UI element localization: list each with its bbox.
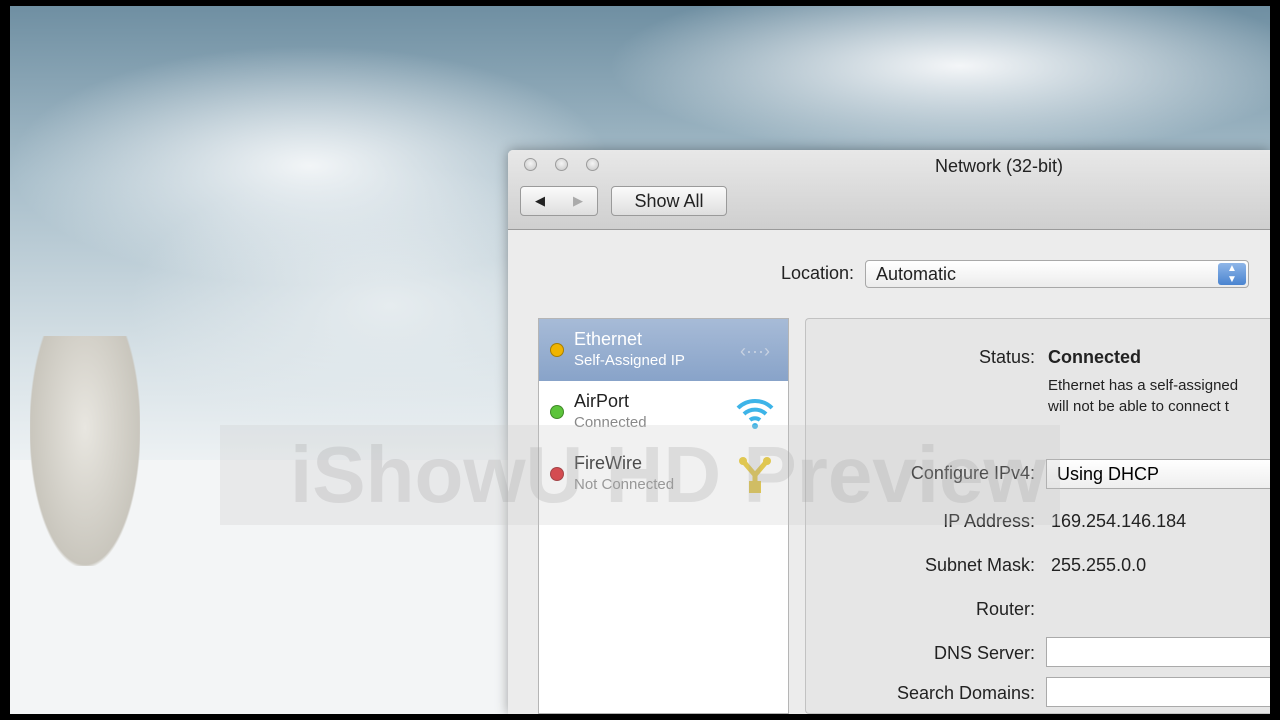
service-ethernet[interactable]: Ethernet Self-Assigned IP ‹···› [539,319,788,381]
subnet-mask-label: Subnet Mask: [924,555,1035,575]
select-stepper-icon: ▲ ▼ [1218,263,1246,285]
location-value: Automatic [876,264,957,284]
service-list: Ethernet Self-Assigned IP ‹···› AirPort … [538,318,789,714]
title-bar: Network (32-bit) ◀ ▶ Show All [508,150,1270,230]
wifi-icon [734,393,776,433]
status-description: will not be able to connect t [1048,398,1229,415]
status-dot-yellow [550,343,564,357]
service-airport[interactable]: AirPort Connected [539,381,788,443]
configure-ipv4-label: Configure IPv4: [910,463,1035,483]
location-select[interactable]: Automatic ▲ ▼ [865,260,1249,288]
content-pane: Location: Automatic ▲ ▼ Ethernet Self-Ass… [508,230,1270,714]
configure-ipv4-select[interactable]: Using DHCP [1046,459,1270,489]
window-title: Network (32-bit) [934,156,1064,176]
network-window: Network (32-bit) ◀ ▶ Show All Location: … [508,150,1270,714]
status-dot-red [550,467,564,481]
router-label: Router: [975,599,1035,619]
back-icon[interactable]: ◀ [535,193,545,209]
ip-address-value: 169.254.146.184 [1051,511,1187,531]
status-dot-green [550,405,564,419]
location-label: Location: [780,263,854,283]
subnet-mask-value: 255.255.0.0 [1051,555,1147,575]
search-domains-label: Search Domains: [896,683,1035,703]
polar-bear-image [30,336,140,566]
ethernet-icon: ‹···› [740,340,770,361]
status-label: Status: [978,347,1035,367]
dns-server-field[interactable] [1046,637,1270,667]
search-domains-field[interactable] [1046,677,1270,707]
forward-icon[interactable]: ▶ [573,193,583,209]
configure-ipv4-value: Using DHCP [1057,464,1160,484]
detail-pane: Status: Connected Ethernet has a self-as… [805,318,1270,714]
status-value: Connected [1048,347,1142,367]
dns-server-label: DNS Server: [933,643,1035,663]
ip-address-label: IP Address: [943,511,1035,531]
status-description: Ethernet has a self-assigned [1048,377,1239,394]
show-all-button[interactable]: Show All [611,186,727,216]
nav-buttons: ◀ ▶ [520,186,598,216]
service-firewire[interactable]: FireWire Not Connected [539,443,788,505]
firewire-icon [734,455,776,495]
